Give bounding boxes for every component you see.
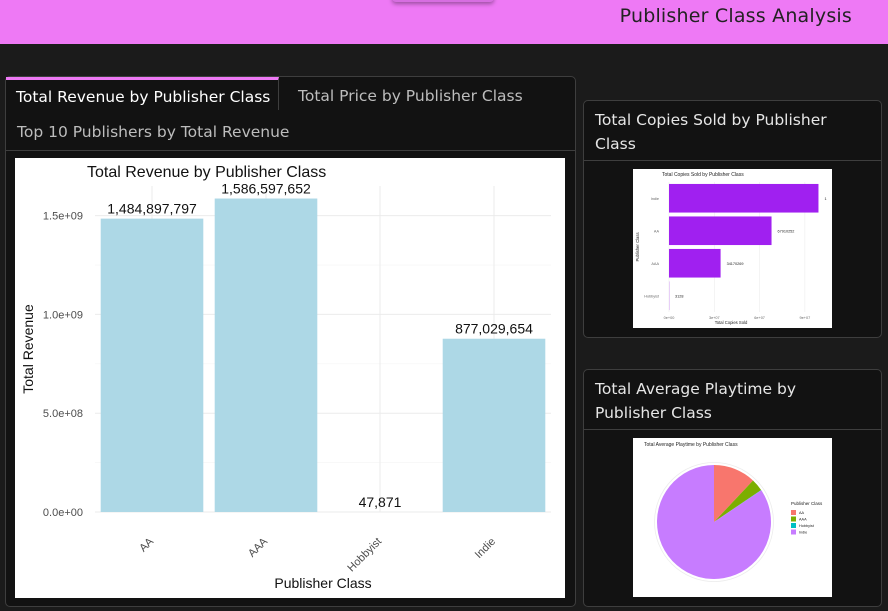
legend-title: Publisher Class: [791, 501, 823, 506]
legend-label: AA: [799, 511, 805, 515]
legend-swatch: [791, 523, 796, 528]
x-tick-label: Indie: [473, 536, 498, 561]
chart-title: Total Copies Sold by Publisher Class: [662, 172, 744, 178]
y-tick-label: 0.0e+00: [43, 507, 83, 519]
legend-swatch: [791, 516, 796, 522]
data-label: 34170269: [727, 262, 744, 266]
y-tick-label: AA: [654, 229, 660, 233]
tab-total-revenue[interactable]: Total Revenue by Publisher Class: [6, 77, 279, 110]
y-tick-label: Hobbyist: [644, 294, 660, 298]
data-label: 1,484,897,797: [107, 201, 197, 217]
y-tick-label: 1.0e+09: [43, 309, 83, 321]
chart-title: Total Average Playtime by Publisher Clas…: [644, 442, 738, 448]
divider: [584, 160, 881, 161]
playtime-plot: Total Average Playtime by Publisher Clas…: [633, 438, 832, 597]
x-axis-title: Publisher Class: [274, 575, 371, 591]
legend-swatch: [791, 529, 796, 535]
x-tick-label: AAA: [246, 535, 271, 560]
revenue-bar-chart: 0.0e+00 5.0e+08 1.0e+09 1.5e+09 1,484,897,79…: [20, 164, 551, 591]
header-handle: [392, 0, 494, 2]
legend-label: Indie: [799, 531, 807, 535]
bar: [669, 248, 721, 278]
chart-title: Total Revenue by Publisher Class: [87, 164, 326, 181]
x-tick-label: Hobbyist: [345, 536, 384, 575]
tab-bar: Total Revenue by Publisher Class Total P…: [6, 77, 575, 151]
bar: [669, 216, 772, 246]
y-tick-label: 5.0e+08: [43, 408, 83, 420]
revenue-plot: 0.0e+00 5.0e+08 1.0e+09 1.5e+09 1,484,897,79…: [15, 158, 565, 598]
x-tick-label: AA: [137, 535, 156, 554]
data-label: 1: [824, 197, 826, 201]
y-tick-label: AAA: [651, 262, 659, 266]
bar: [669, 183, 819, 213]
y-axis-title: Total Revenue: [20, 304, 36, 394]
data-label: 3128: [675, 294, 683, 298]
copies-card-title: Total Copies Sold by Publisher Class: [595, 111, 827, 153]
data-label: 67910252: [778, 229, 795, 233]
playtime-card: Total Average Playtime by Publisher Clas…: [583, 369, 882, 607]
x-tick-label: 9e+07: [800, 316, 811, 320]
bar: [214, 198, 318, 512]
bar: [100, 218, 204, 513]
legend-label: AAA: [799, 518, 807, 522]
y-axis-title: Publisher Class: [635, 232, 640, 261]
playtime-card-title: Total Average Playtime by Publisher Clas…: [595, 380, 796, 422]
x-tick-label: 6e+07: [754, 316, 765, 320]
y-tick-label: Indie: [651, 197, 659, 201]
page-title: Publisher Class Analysis: [619, 5, 852, 27]
legend-label: Hobbyist: [799, 524, 815, 528]
tab-total-price[interactable]: Total Price by Publisher Class: [298, 87, 523, 105]
app-header: Publisher Class Analysis: [0, 0, 888, 44]
main-panel: Total Revenue by Publisher Class Total P…: [5, 76, 576, 607]
data-label: 1,586,597,652: [221, 181, 311, 197]
x-axis-title: Total Copies Sold: [715, 320, 748, 325]
data-label: 877,029,654: [455, 321, 533, 337]
legend-swatch: [791, 510, 796, 515]
tab-top-publishers[interactable]: Top 10 Publishers by Total Revenue: [17, 123, 289, 141]
data-label: 47,871: [359, 494, 402, 510]
divider: [584, 429, 881, 430]
copies-card: Total Copies Sold by Publisher Class 0e+…: [583, 100, 882, 338]
x-tick-label: 0e+00: [664, 316, 675, 320]
bar: [442, 338, 546, 512]
copies-bar-chart: 0e+00 3e+07 6e+07 9e+07Indie 1AA 67910252AAA 3…: [635, 172, 827, 325]
copies-plot: 0e+00 3e+07 6e+07 9e+07 Indie 1 AA 67910252 AAA 3…: [633, 169, 832, 328]
y-tick-label: 1.5e+09: [43, 211, 83, 223]
playtime-pie-chart: Total Average Playtime by Publisher Clas…: [644, 442, 823, 582]
